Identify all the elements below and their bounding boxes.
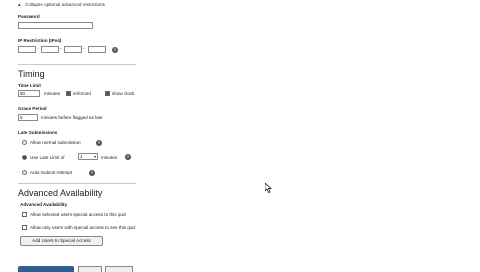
- special-access-label: Allow selected users special access to t…: [30, 212, 127, 217]
- section-divider: [18, 64, 136, 65]
- enforced-label: enforced: [73, 91, 91, 96]
- password-label: Password: [18, 14, 40, 19]
- show-clock-label: show clock: [112, 91, 135, 96]
- late-limit-value: 1: [80, 154, 83, 159]
- advanced-availability-heading: Advanced Availability: [18, 188, 103, 198]
- ip-octet-2[interactable]: [41, 46, 59, 53]
- auto-submit-label: Auto-Submit Attempt: [30, 170, 73, 175]
- time-limit-minutes-label: minutes: [44, 91, 61, 96]
- advanced-availability-label: Advanced Availability: [20, 202, 68, 207]
- ip-octet-3[interactable]: [64, 46, 82, 53]
- grace-period-suffix: minutes before flagged as late: [41, 115, 103, 120]
- ip-separator: -: [37, 46, 39, 52]
- collapse-chevron-icon[interactable]: ▴: [18, 2, 21, 8]
- auto-submit-radio[interactable]: [22, 170, 27, 175]
- footer-button[interactable]: [105, 266, 133, 272]
- enforced-checkbox[interactable]: [66, 91, 71, 96]
- ip-octet-4[interactable]: [88, 46, 106, 53]
- grace-period-label: Grace Period: [18, 106, 47, 111]
- chevron-down-icon: ▾: [93, 154, 96, 159]
- password-field[interactable]: [18, 22, 93, 29]
- add-users-special-access-button[interactable]: Add Users to Special Access: [20, 236, 103, 246]
- allow-normal-label: Allow normal submission: [30, 140, 81, 145]
- grace-period-input[interactable]: 5: [18, 114, 38, 121]
- late-limit-help-icon[interactable]: ?: [125, 154, 131, 160]
- ip-octet-1[interactable]: [18, 46, 36, 53]
- use-late-limit-radio[interactable]: [22, 155, 27, 160]
- only-special-access-checkbox[interactable]: [22, 225, 27, 230]
- mouse-cursor-icon: [265, 183, 272, 193]
- time-limit-input[interactable]: 90: [18, 90, 40, 97]
- late-limit-select[interactable]: 1 ▾: [78, 153, 98, 160]
- timing-heading: Timing: [18, 69, 45, 79]
- special-access-checkbox[interactable]: [22, 212, 27, 217]
- ip-separator: -: [60, 46, 62, 52]
- use-late-limit-label: Use Late Limit of: [30, 155, 65, 160]
- ip-restriction-label: IP Restriction (IPv4): [18, 38, 62, 43]
- ip-help-icon[interactable]: ?: [112, 47, 118, 53]
- section-divider: [18, 183, 136, 184]
- late-limit-suffix: minutes: [101, 155, 118, 160]
- collapse-restrictions-link[interactable]: Collapse optional advanced restrictions: [25, 2, 105, 8]
- save-button[interactable]: [18, 266, 74, 272]
- late-submissions-label: Late Submissions: [18, 130, 58, 135]
- footer-button[interactable]: [78, 266, 102, 272]
- allow-normal-help-icon[interactable]: ?: [96, 140, 102, 146]
- time-limit-label: Time Limit: [18, 83, 41, 88]
- show-clock-checkbox[interactable]: [105, 91, 110, 96]
- auto-submit-help-icon[interactable]: ?: [89, 170, 95, 176]
- only-special-access-label: Allow only users with special access to …: [30, 225, 136, 230]
- allow-normal-radio[interactable]: [22, 140, 27, 145]
- ip-separator: -: [83, 46, 85, 52]
